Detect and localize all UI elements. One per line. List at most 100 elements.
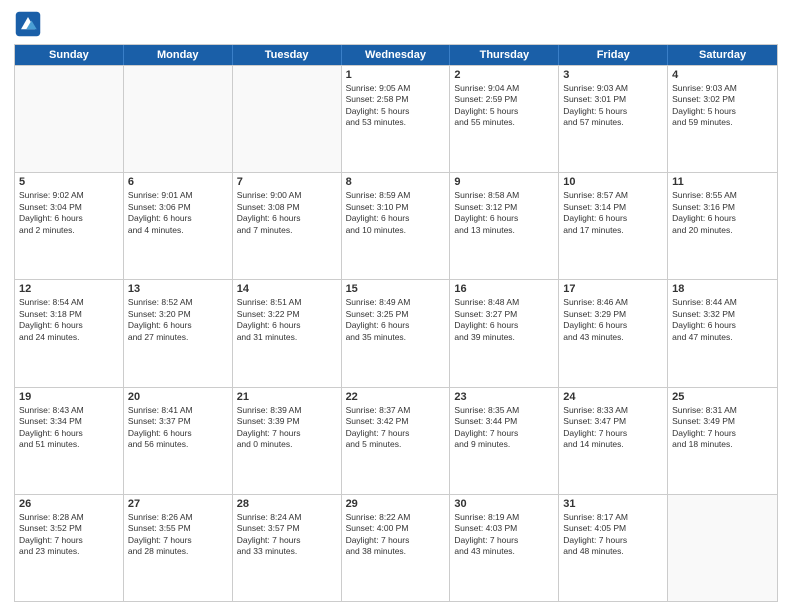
day-number: 15 <box>346 283 446 295</box>
day-number: 19 <box>19 391 119 403</box>
day-number: 11 <box>672 176 773 188</box>
day-number: 17 <box>563 283 663 295</box>
day-cell-17: 17Sunrise: 8:46 AM Sunset: 3:29 PM Dayli… <box>559 280 668 386</box>
weekday-header-wednesday: Wednesday <box>342 45 451 65</box>
day-info: Sunrise: 8:43 AM Sunset: 3:34 PM Dayligh… <box>19 405 119 451</box>
day-number: 23 <box>454 391 554 403</box>
day-info: Sunrise: 8:33 AM Sunset: 3:47 PM Dayligh… <box>563 405 663 451</box>
day-cell-30: 30 Sunrise: 8:19 AM Sunset: 4:03 PM Dayli… <box>450 495 559 601</box>
day-number: 20 <box>128 391 228 403</box>
calendar-row-1: 5 Sunrise: 9:02 AM Sunset: 3:04 PM Daylig… <box>15 172 777 279</box>
day-info: Sunrise: 8:55 AM Sunset: 3:16 PM Dayligh… <box>672 190 773 236</box>
day-number: 30 <box>454 498 554 510</box>
day-number: 14 <box>237 283 337 295</box>
day-cell-27: 27 Sunrise: 8:26 AM Sunset: 3:55 PM Dayli… <box>124 495 233 601</box>
day-number: 27 <box>128 498 228 510</box>
day-cell-3: 3Sunrise: 9:03 AM Sunset: 3:01 PM Daylig… <box>559 66 668 172</box>
day-cell-18: 18 Sunrise: 8:44 AM Sunset: 3:32 PM Dayli… <box>668 280 777 386</box>
empty-cell-0-1 <box>124 66 233 172</box>
day-info: Sunrise: 8:44 AM Sunset: 3:32 PM Dayligh… <box>672 297 773 343</box>
day-cell-4: 4 Sunrise: 9:03 AM Sunset: 3:02 PM Daylig… <box>668 66 777 172</box>
day-cell-22: 22 Sunrise: 8:37 AM Sunset: 3:42 PM Dayli… <box>342 388 451 494</box>
day-info: Sunrise: 8:59 AM Sunset: 3:10 PM Dayligh… <box>346 190 446 236</box>
day-info: Sunrise: 8:51 AM Sunset: 3:22 PM Dayligh… <box>237 297 337 343</box>
day-number: 24 <box>563 391 663 403</box>
logo <box>14 10 46 38</box>
day-cell-10: 10 Sunrise: 8:57 AM Sunset: 3:14 PM Dayli… <box>559 173 668 279</box>
empty-cell-0-0 <box>15 66 124 172</box>
day-number: 12 <box>19 283 119 295</box>
weekday-header-thursday: Thursday <box>450 45 559 65</box>
day-number: 18 <box>672 283 773 295</box>
calendar: SundayMondayTuesdayWednesdayThursdayFrid… <box>14 44 778 602</box>
day-number: 9 <box>454 176 554 188</box>
day-info: Sunrise: 9:02 AM Sunset: 3:04 PM Dayligh… <box>19 190 119 236</box>
day-number: 16 <box>454 283 554 295</box>
day-cell-12: 12 Sunrise: 8:54 AM Sunset: 3:18 PM Dayli… <box>15 280 124 386</box>
day-number: 7 <box>237 176 337 188</box>
day-info: Sunrise: 8:26 AM Sunset: 3:55 PM Dayligh… <box>128 512 228 558</box>
day-cell-6: 6 Sunrise: 9:01 AM Sunset: 3:06 PM Daylig… <box>124 173 233 279</box>
day-info: Sunrise: 9:01 AM Sunset: 3:06 PM Dayligh… <box>128 190 228 236</box>
day-info: Sunrise: 8:37 AM Sunset: 3:42 PM Dayligh… <box>346 405 446 451</box>
header <box>14 10 778 38</box>
weekday-header-monday: Monday <box>124 45 233 65</box>
day-cell-11: 11 Sunrise: 8:55 AM Sunset: 3:16 PM Dayli… <box>668 173 777 279</box>
day-info: Sunrise: 8:41 AM Sunset: 3:37 PM Dayligh… <box>128 405 228 451</box>
day-number: 6 <box>128 176 228 188</box>
day-info: Sunrise: 8:39 AM Sunset: 3:39 PM Dayligh… <box>237 405 337 451</box>
day-cell-14: 14 Sunrise: 8:51 AM Sunset: 3:22 PM Dayli… <box>233 280 342 386</box>
weekday-header-tuesday: Tuesday <box>233 45 342 65</box>
weekday-header-saturday: Saturday <box>668 45 777 65</box>
day-info: Sunrise: 8:17 AM Sunset: 4:05 PM Dayligh… <box>563 512 663 558</box>
day-cell-7: 7 Sunrise: 9:00 AM Sunset: 3:08 PM Daylig… <box>233 173 342 279</box>
day-cell-13: 13Sunrise: 8:52 AM Sunset: 3:20 PM Dayli… <box>124 280 233 386</box>
day-cell-23: 23Sunrise: 8:35 AM Sunset: 3:44 PM Dayli… <box>450 388 559 494</box>
day-cell-21: 21 Sunrise: 8:39 AM Sunset: 3:39 PM Dayli… <box>233 388 342 494</box>
day-number: 5 <box>19 176 119 188</box>
day-cell-16: 16 Sunrise: 8:48 AM Sunset: 3:27 PM Dayli… <box>450 280 559 386</box>
day-cell-25: 25 Sunrise: 8:31 AM Sunset: 3:49 PM Dayli… <box>668 388 777 494</box>
day-number: 2 <box>454 69 554 81</box>
day-number: 28 <box>237 498 337 510</box>
page: SundayMondayTuesdayWednesdayThursdayFrid… <box>0 0 792 612</box>
day-cell-28: 28 Sunrise: 8:24 AM Sunset: 3:57 PM Dayli… <box>233 495 342 601</box>
day-cell-9: 9Sunrise: 8:58 AM Sunset: 3:12 PM Daylig… <box>450 173 559 279</box>
day-cell-15: 15 Sunrise: 8:49 AM Sunset: 3:25 PM Dayli… <box>342 280 451 386</box>
day-cell-31: 31Sunrise: 8:17 AM Sunset: 4:05 PM Dayli… <box>559 495 668 601</box>
day-cell-8: 8 Sunrise: 8:59 AM Sunset: 3:10 PM Daylig… <box>342 173 451 279</box>
day-info: Sunrise: 9:04 AM Sunset: 2:59 PM Dayligh… <box>454 83 554 129</box>
day-number: 4 <box>672 69 773 81</box>
day-number: 8 <box>346 176 446 188</box>
day-info: Sunrise: 8:24 AM Sunset: 3:57 PM Dayligh… <box>237 512 337 558</box>
weekday-header-sunday: Sunday <box>15 45 124 65</box>
empty-cell-4-6 <box>668 495 777 601</box>
day-info: Sunrise: 8:31 AM Sunset: 3:49 PM Dayligh… <box>672 405 773 451</box>
day-number: 10 <box>563 176 663 188</box>
day-info: Sunrise: 8:54 AM Sunset: 3:18 PM Dayligh… <box>19 297 119 343</box>
day-info: Sunrise: 9:03 AM Sunset: 3:02 PM Dayligh… <box>672 83 773 129</box>
day-number: 3 <box>563 69 663 81</box>
day-number: 29 <box>346 498 446 510</box>
day-number: 21 <box>237 391 337 403</box>
day-cell-5: 5 Sunrise: 9:02 AM Sunset: 3:04 PM Daylig… <box>15 173 124 279</box>
weekday-header-friday: Friday <box>559 45 668 65</box>
day-number: 13 <box>128 283 228 295</box>
day-info: Sunrise: 9:05 AM Sunset: 2:58 PM Dayligh… <box>346 83 446 129</box>
day-info: Sunrise: 8:48 AM Sunset: 3:27 PM Dayligh… <box>454 297 554 343</box>
calendar-header: SundayMondayTuesdayWednesdayThursdayFrid… <box>15 45 777 65</box>
calendar-body: 1Sunrise: 9:05 AM Sunset: 2:58 PM Daylig… <box>15 65 777 601</box>
day-number: 25 <box>672 391 773 403</box>
day-cell-1: 1Sunrise: 9:05 AM Sunset: 2:58 PM Daylig… <box>342 66 451 172</box>
day-info: Sunrise: 8:49 AM Sunset: 3:25 PM Dayligh… <box>346 297 446 343</box>
day-cell-2: 2 Sunrise: 9:04 AM Sunset: 2:59 PM Daylig… <box>450 66 559 172</box>
day-info: Sunrise: 9:00 AM Sunset: 3:08 PM Dayligh… <box>237 190 337 236</box>
empty-cell-0-2 <box>233 66 342 172</box>
day-number: 22 <box>346 391 446 403</box>
day-info: Sunrise: 8:19 AM Sunset: 4:03 PM Dayligh… <box>454 512 554 558</box>
day-number: 26 <box>19 498 119 510</box>
day-cell-26: 26Sunrise: 8:28 AM Sunset: 3:52 PM Dayli… <box>15 495 124 601</box>
calendar-row-2: 12 Sunrise: 8:54 AM Sunset: 3:18 PM Dayli… <box>15 279 777 386</box>
day-info: Sunrise: 8:22 AM Sunset: 4:00 PM Dayligh… <box>346 512 446 558</box>
day-info: Sunrise: 8:57 AM Sunset: 3:14 PM Dayligh… <box>563 190 663 236</box>
